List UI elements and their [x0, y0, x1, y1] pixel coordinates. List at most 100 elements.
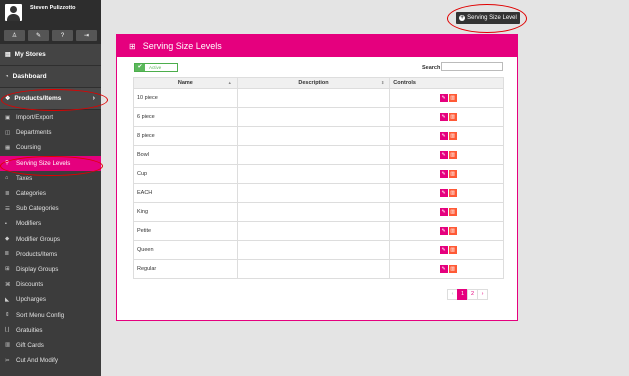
- modifier-groups-icon: ◆: [5, 236, 10, 243]
- sidebar-item-label: Modifiers: [16, 220, 42, 228]
- sort-asc-icon: ▲: [227, 80, 232, 85]
- gift-icon: ▥: [5, 342, 11, 349]
- sidebar-item-departments[interactable]: ◫ Departments: [0, 125, 101, 140]
- delete-trash-icon[interactable]: ▥: [448, 208, 457, 216]
- sidebar-item-coursing[interactable]: ▦ Coursing: [0, 140, 101, 155]
- cell-name: 10 piece: [133, 88, 238, 108]
- cell-name: 8 piece: [133, 126, 238, 146]
- cell-controls: ✎ ▥: [389, 164, 504, 184]
- nav-my-stores[interactable]: ▤ My Stores: [0, 44, 101, 66]
- panel-header: ⊞ Serving Size Levels: [117, 35, 517, 57]
- sidebar-item-label: Coursing: [16, 144, 41, 152]
- sidebar-item-modifiers[interactable]: ▪ Modifiers: [0, 216, 101, 231]
- user-icon[interactable]: ♙: [4, 30, 25, 41]
- cell-description: [236, 183, 391, 203]
- delete-trash-icon[interactable]: ▥: [448, 265, 457, 273]
- check-icon: ✔: [135, 64, 145, 71]
- delete-trash-icon[interactable]: ▥: [448, 246, 457, 254]
- column-header-description[interactable]: Description ⇕: [236, 77, 391, 89]
- edit-pencil-icon[interactable]: ✎: [439, 151, 448, 159]
- sidebar-item-label: Departments: [16, 129, 52, 137]
- delete-trash-icon[interactable]: ▥: [448, 189, 457, 197]
- page-title: Serving Size Levels: [142, 41, 222, 51]
- table-row: 6 piece ✎ ▥: [133, 107, 504, 127]
- signout-icon[interactable]: ⇥: [76, 30, 97, 41]
- store-icon: ▤: [5, 52, 11, 58]
- sidebar-item-discounts[interactable]: ⌘ Discounts: [0, 277, 101, 292]
- table-row: Queen ✎ ▥: [133, 240, 504, 260]
- table-row: Regular ✎ ▥: [133, 259, 504, 279]
- sidebar-item-label: Taxes: [16, 174, 33, 182]
- edit-pencil-icon[interactable]: ✎: [439, 189, 448, 197]
- table-row: King ✎ ▥: [133, 202, 504, 222]
- edit-pencil-icon[interactable]: ✎: [439, 265, 448, 273]
- column-header-label: Description: [298, 80, 329, 86]
- edit-pencil-icon[interactable]: ✎: [439, 94, 448, 102]
- discounts-icon: ⌘: [5, 281, 11, 288]
- sidebar-item-label: Sort Menu Config: [16, 311, 65, 319]
- search-input[interactable]: [441, 62, 503, 71]
- cell-description: [236, 145, 391, 165]
- table-row: Cup ✎ ▥: [133, 164, 504, 184]
- sidebar-item-import-export[interactable]: ▣ Import/Export: [0, 110, 101, 125]
- sidebar-item-categories[interactable]: ≣ Categories: [0, 186, 101, 201]
- edit-pencil-icon[interactable]: ✎: [439, 132, 448, 140]
- sidebar-item-products-items[interactable]: Ⅲ Products/Items: [0, 247, 101, 262]
- annotation-ellipse-products-items: [1, 89, 108, 111]
- table-row: EACH ✎ ▥: [133, 183, 504, 203]
- edit-pencil-icon[interactable]: ✎: [439, 170, 448, 178]
- cell-controls: ✎ ▥: [389, 240, 504, 260]
- column-header-label: Controls: [393, 80, 416, 86]
- help-icon[interactable]: ?: [52, 30, 73, 41]
- sidebar-item-sub-categories[interactable]: ☰ Sub Categories: [0, 201, 101, 216]
- delete-trash-icon[interactable]: ▥: [448, 94, 457, 102]
- sidebar-item-sort-menu-config[interactable]: ⇕ Sort Menu Config: [0, 307, 101, 322]
- sidebar-item-modifier-groups[interactable]: ◆ Modifier Groups: [0, 232, 101, 247]
- active-label: Active: [149, 65, 162, 70]
- sidebar-item-label: Categories: [16, 190, 46, 198]
- edit-pencil-icon[interactable]: ✎: [439, 246, 448, 254]
- delete-trash-icon[interactable]: ▥: [448, 113, 457, 121]
- dashboard-icon: ◔: [5, 73, 9, 80]
- pagination-next[interactable]: ›: [477, 289, 488, 300]
- delete-trash-icon[interactable]: ▥: [448, 132, 457, 140]
- edit-pencil-icon[interactable]: ✎: [439, 113, 448, 121]
- sidebar-item-display-groups[interactable]: ⊞ Display Groups: [0, 262, 101, 277]
- sidebar-item-upcharges[interactable]: ◣ Upcharges: [0, 292, 101, 307]
- delete-trash-icon[interactable]: ▥: [448, 170, 457, 178]
- sub-categories-icon: ☰: [5, 205, 10, 212]
- nav-label: Dashboard: [12, 73, 47, 80]
- column-header-name[interactable]: Name ▲: [133, 77, 238, 89]
- delete-trash-icon[interactable]: ▥: [448, 151, 457, 159]
- table-header-row: Name ▲ Description ⇕ Controls: [133, 77, 504, 89]
- quick-icon-row: ♙ ✎ ? ⇥: [0, 28, 101, 44]
- avatar[interactable]: [5, 4, 22, 21]
- taxes-icon: ⌂: [5, 175, 9, 182]
- sidebar-item-gift-cards[interactable]: ▥ Gift Cards: [0, 338, 101, 353]
- plus-circle-icon: +: [459, 15, 466, 21]
- sidebar-item-label: Gift Cards: [16, 341, 44, 349]
- cell-controls: ✎ ▥: [389, 88, 504, 108]
- serving-size-panel: ⊞ Serving Size Levels ✔ Active Search Na…: [116, 34, 518, 321]
- cell-description: [236, 240, 391, 260]
- delete-trash-icon[interactable]: ▥: [448, 227, 457, 235]
- sidebar-item-label: Sub Categories: [16, 205, 59, 213]
- add-serving-size-level-button[interactable]: + Serving Size Level: [456, 12, 520, 24]
- sidebar-item-label: Cut And Modify: [16, 357, 58, 365]
- sidebar-item-cut-and-modify[interactable]: ✂ Cut And Modify: [0, 353, 101, 368]
- active-filter-toggle[interactable]: ✔ Active: [134, 63, 178, 72]
- nav-dashboard[interactable]: ◔ Dashboard: [0, 66, 101, 88]
- cell-controls: ✎ ▥: [389, 126, 504, 146]
- sidebar-item-label: Discounts: [16, 281, 44, 289]
- wrench-icon[interactable]: ✎: [28, 30, 49, 41]
- cell-controls: ✎ ▥: [389, 259, 504, 279]
- add-button-label: Serving Size Level: [467, 15, 517, 21]
- edit-pencil-icon[interactable]: ✎: [439, 227, 448, 235]
- cell-name: Cup: [133, 164, 238, 184]
- cell-controls: ✎ ▥: [389, 145, 504, 165]
- cell-description: [236, 221, 391, 241]
- sidebar-item-gratuities[interactable]: ⌊⌋ Gratuities: [0, 323, 101, 338]
- edit-pencil-icon[interactable]: ✎: [439, 208, 448, 216]
- search-label: Search: [422, 65, 441, 71]
- cell-description: [236, 164, 391, 184]
